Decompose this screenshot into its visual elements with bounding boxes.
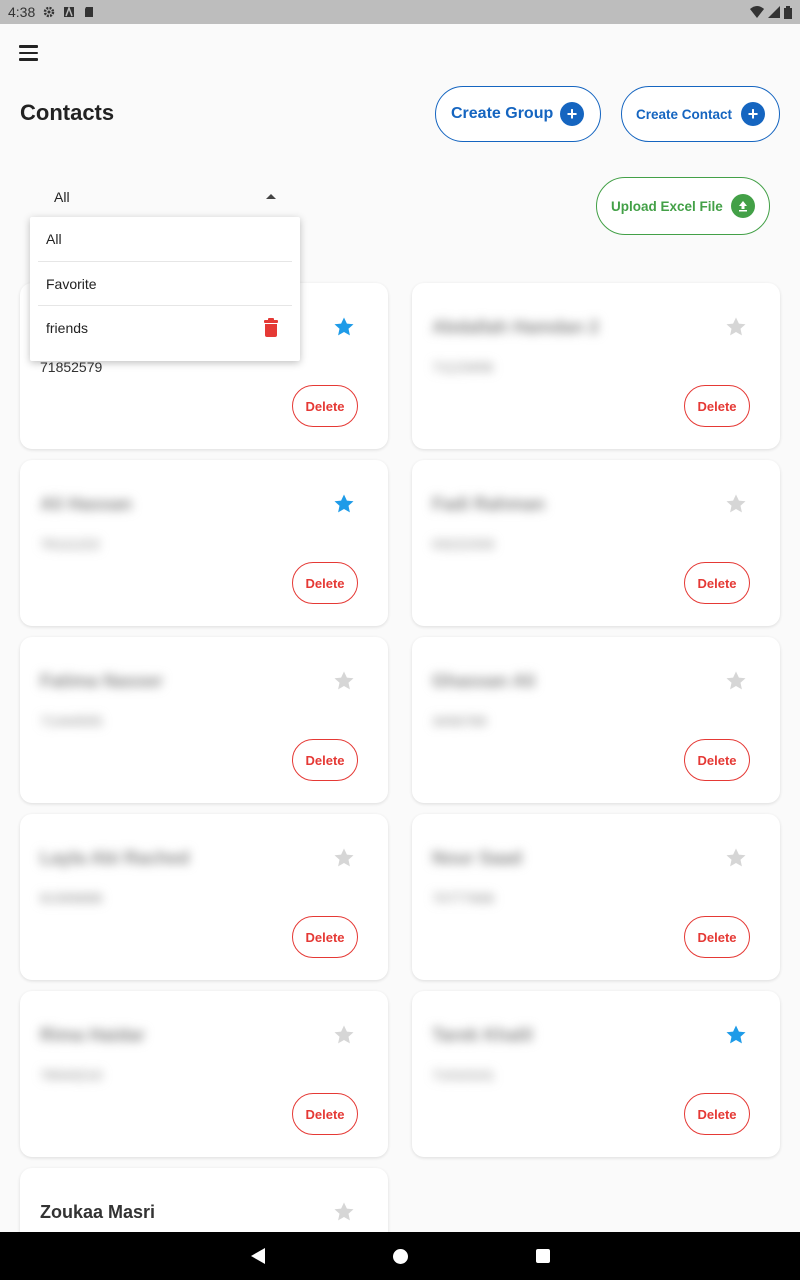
dropdown-option-favorite[interactable]: Favorite: [38, 261, 292, 305]
upload-excel-button[interactable]: Upload Excel File: [596, 177, 770, 235]
star-filled-icon[interactable]: [724, 1023, 748, 1047]
contact-name: Abdallah Hamdan 2: [432, 317, 600, 337]
hamburger-menu-icon[interactable]: [16, 40, 42, 66]
star-filled-icon[interactable]: [332, 492, 356, 516]
contact-card[interactable]: Nour Saad 70777666 Delete: [412, 814, 780, 980]
contact-card[interactable]: Fadi Rahman 03222333 Delete: [412, 460, 780, 626]
system-nav-bar: [0, 1232, 800, 1280]
contact-phone: 76543210: [40, 1067, 103, 1083]
delete-button[interactable]: Delete: [684, 562, 750, 604]
contact-card[interactable]: Tarek Khalil 71010101 Delete: [412, 991, 780, 1157]
wifi-icon: [750, 6, 764, 18]
contact-name: Fatima Nasser: [40, 671, 164, 691]
signal-icon: [768, 6, 780, 18]
plus-circle-icon: +: [741, 102, 765, 126]
status-bar: 4:38: [0, 0, 800, 24]
delete-button[interactable]: Delete: [684, 385, 750, 427]
star-outline-icon[interactable]: [332, 1200, 356, 1224]
contact-phone: 76111222: [40, 536, 101, 552]
create-group-button[interactable]: Create Group +: [435, 86, 601, 142]
create-contact-button[interactable]: Create Contact +: [621, 86, 780, 142]
star-outline-icon[interactable]: [332, 846, 356, 870]
a-letter-icon: [64, 6, 75, 17]
contact-name: Ghassan Ali: [432, 671, 536, 691]
contact-phone: 3456789: [432, 713, 487, 729]
delete-button[interactable]: Delete: [292, 739, 358, 781]
contact-phone: 70777666: [432, 890, 495, 906]
star-outline-icon[interactable]: [724, 315, 748, 339]
option-label: Favorite: [46, 275, 97, 292]
contact-name: Nour Saad: [432, 848, 523, 868]
gear-icon: [44, 6, 55, 18]
delete-button[interactable]: Delete: [684, 916, 750, 958]
star-outline-icon[interactable]: [724, 492, 748, 516]
contact-card[interactable]: Rima Haidar 76543210 Delete: [20, 991, 388, 1157]
status-time: 4:38: [8, 4, 36, 20]
contact-name: Ali Hassan: [40, 494, 133, 514]
star-outline-icon[interactable]: [724, 846, 748, 870]
delete-button[interactable]: Delete: [292, 562, 358, 604]
contact-card[interactable]: Layla Abi Rached 81999888 Delete: [20, 814, 388, 980]
page-title: Contacts: [20, 100, 115, 125]
contact-phone: 71123456: [432, 359, 494, 375]
plus-circle-icon: +: [560, 102, 584, 126]
caret-up-icon: [266, 194, 276, 199]
delete-button[interactable]: Delete: [292, 1093, 358, 1135]
star-outline-icon[interactable]: [332, 1023, 356, 1047]
contact-phone: 71852579: [40, 359, 103, 375]
contact-phone: 71010101: [432, 1067, 495, 1083]
contact-phone: 03222333: [432, 536, 495, 552]
trash-icon[interactable]: [264, 317, 278, 337]
star-outline-icon[interactable]: [724, 669, 748, 693]
contact-card[interactable]: Abdallah Hamdan 2 71123456 Delete: [412, 283, 780, 449]
filter-dropdown-menu: All Favorite friends: [30, 217, 300, 361]
option-label: friends: [46, 319, 89, 336]
contact-phone: 81999888: [40, 890, 103, 906]
star-outline-icon[interactable]: [332, 669, 356, 693]
contact-card[interactable]: Fatima Nasser 71444555 Delete: [20, 637, 388, 803]
contact-card[interactable]: Ghassan Ali 3456789 Delete: [412, 637, 780, 803]
contact-name: Rima Haidar: [40, 1025, 146, 1045]
dropdown-option-friends[interactable]: friends: [38, 305, 292, 349]
group-filter-select[interactable]: All: [40, 182, 284, 212]
create-group-label: Create Group: [451, 105, 554, 122]
home-icon[interactable]: [392, 1248, 408, 1264]
dropdown-option-all[interactable]: All: [30, 217, 300, 261]
contact-card[interactable]: Ali Hassan 76111222 Delete: [20, 460, 388, 626]
create-contact-label: Create Contact: [636, 106, 733, 122]
star-filled-icon[interactable]: [332, 315, 356, 339]
recents-icon[interactable]: [535, 1249, 550, 1263]
delete-button[interactable]: Delete: [292, 385, 358, 427]
contact-name: Layla Abi Rached: [40, 848, 190, 868]
upload-icon: [731, 194, 755, 218]
contact-card[interactable]: Zoukaa Masri: [20, 1168, 388, 1232]
filter-selected-value: All: [54, 189, 70, 205]
app-body: Contacts Create Group + Create Contact +…: [0, 24, 800, 1232]
upload-excel-label: Upload Excel File: [611, 198, 723, 214]
delete-button[interactable]: Delete: [292, 916, 358, 958]
battery-icon: [784, 5, 792, 19]
contact-name: Tarek Khalil: [432, 1025, 533, 1045]
sd-card-icon: [85, 7, 94, 17]
contact-phone: 71444555: [40, 713, 103, 729]
back-icon[interactable]: [250, 1248, 265, 1264]
delete-button[interactable]: Delete: [684, 739, 750, 781]
contact-name: Fadi Rahman: [432, 494, 546, 514]
delete-button[interactable]: Delete: [684, 1093, 750, 1135]
option-label: All: [46, 231, 62, 247]
contact-name: Zoukaa Masri: [40, 1202, 156, 1222]
